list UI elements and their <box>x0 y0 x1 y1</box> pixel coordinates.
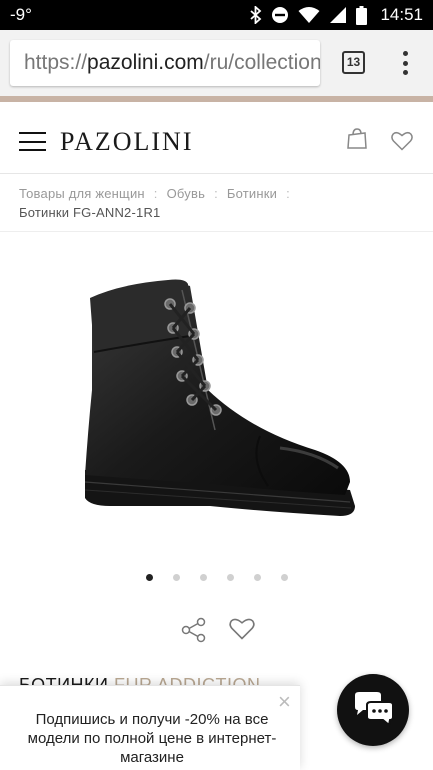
temperature: -9° <box>10 5 32 24</box>
signal-icon <box>330 7 347 23</box>
breadcrumb-link-shoes[interactable]: Обувь <box>167 186 205 201</box>
breadcrumb: Товары для женщин : Обувь : Ботинки : Бо… <box>0 175 433 232</box>
gallery-dot-2[interactable] <box>173 574 180 581</box>
gallery-dot-6[interactable] <box>281 574 288 581</box>
gallery-pagination <box>146 574 288 581</box>
battery-icon <box>356 5 368 25</box>
site-logo[interactable]: PAZOLINI <box>60 127 193 157</box>
breadcrumb-separator: : <box>153 185 158 201</box>
hamburger-menu-icon[interactable] <box>19 132 46 151</box>
menu-dot <box>402 70 408 75</box>
url-host: pazolini.com <box>87 51 204 74</box>
url-path: /ru/collection <box>203 51 320 74</box>
status-icons: 14:51 <box>250 5 423 25</box>
chat-bubbles-icon <box>355 692 394 727</box>
bluetooth-icon <box>250 6 262 24</box>
gallery-dot-3[interactable] <box>200 574 207 581</box>
gallery-dot-4[interactable] <box>227 574 234 581</box>
product-image[interactable] <box>70 270 360 520</box>
url-bar[interactable]: https://pazolini.com/ru/collection <box>10 40 320 86</box>
status-bar: -9° 14:51 <box>0 0 433 30</box>
favorite-heart-icon[interactable] <box>229 618 255 640</box>
breadcrumb-link-women[interactable]: Товары для женщин <box>19 186 145 201</box>
tab-switcher-button[interactable]: 13 <box>342 51 365 74</box>
menu-dot <box>402 60 408 66</box>
breadcrumb-link-boots[interactable]: Ботинки <box>227 186 277 201</box>
shopping-bag-icon[interactable] <box>346 128 368 150</box>
subscribe-popup-text: Подпишись и получи -20% на все модели по… <box>27 711 277 766</box>
site-header: PAZOLINI <box>0 102 433 174</box>
browser-toolbar: https://pazolini.com/ru/collection 13 <box>0 30 433 96</box>
breadcrumb-separator: : <box>214 185 218 201</box>
url-scheme: https:// <box>24 51 88 74</box>
menu-dot <box>402 51 408 56</box>
gallery-dot-5[interactable] <box>254 574 261 581</box>
subscribe-popup[interactable]: × Подпишись и получи -20% на все модели … <box>0 685 300 770</box>
wifi-icon <box>298 7 320 23</box>
do-not-disturb-icon <box>272 7 289 23</box>
wishlist-heart-icon[interactable] <box>391 131 413 151</box>
browser-menu-button[interactable] <box>395 48 415 78</box>
share-icon[interactable] <box>181 617 207 643</box>
breadcrumb-current: Ботинки FG-ANN2-1R1 <box>19 205 161 220</box>
breadcrumb-separator: : <box>286 185 290 201</box>
gallery-dot-1[interactable] <box>146 574 153 581</box>
chat-button[interactable] <box>337 674 409 746</box>
clock: 14:51 <box>380 5 423 24</box>
